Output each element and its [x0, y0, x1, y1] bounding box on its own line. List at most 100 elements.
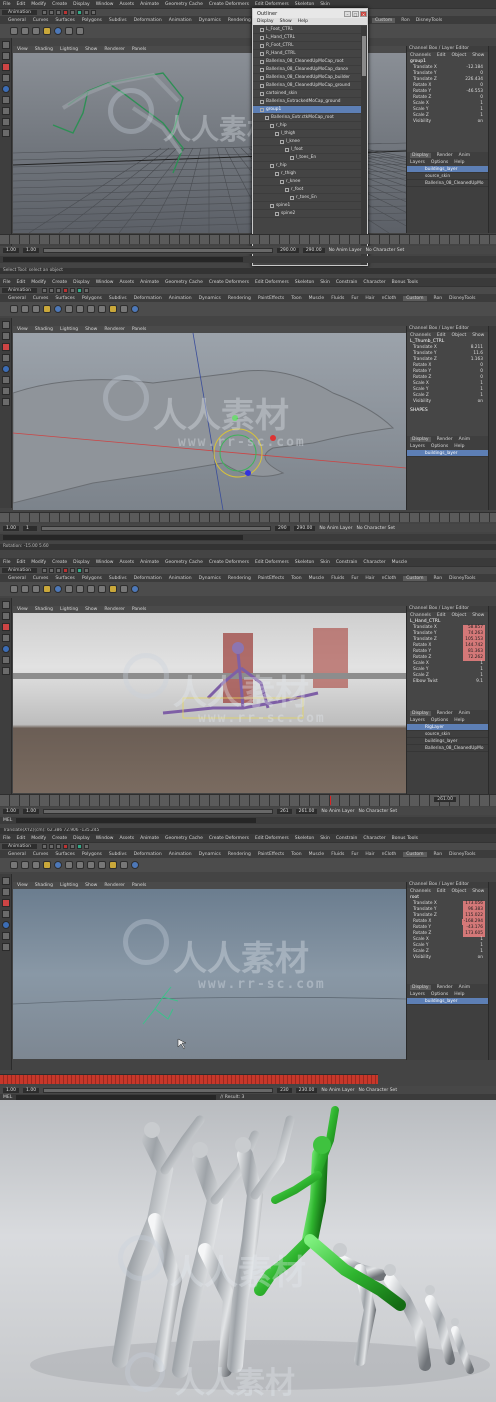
outliner-item[interactable]: L_Foot_CTRL [253, 26, 361, 34]
move-tool-icon[interactable] [1, 634, 10, 642]
shelf-tool-icon[interactable] [120, 305, 128, 313]
viewport-menu-lighting[interactable]: Lighting [60, 327, 78, 332]
menu-modify[interactable]: Modify [31, 2, 46, 7]
menu-file[interactable]: File [3, 560, 11, 565]
shelf-tab-deformation[interactable]: Deformation [134, 18, 162, 23]
anim-layer-menu[interactable]: No Anim Layer [329, 248, 362, 253]
outliner-scrollbar[interactable] [361, 26, 367, 265]
shelf-tool-icon[interactable] [54, 305, 62, 313]
shelf-tab-ron[interactable]: Ron [434, 852, 443, 857]
outliner-item[interactable]: spine1 [253, 202, 361, 210]
menu-edit[interactable]: Edit [17, 560, 26, 565]
shelf-tab-curves[interactable]: Curves [33, 852, 49, 857]
menu-animate[interactable]: Animate [140, 280, 159, 285]
layer-menu-help[interactable]: Help [454, 160, 464, 165]
shelf-tab-animation[interactable]: Animation [169, 576, 192, 581]
shelf-tool-icon[interactable] [87, 861, 95, 869]
shelf-tab-surfaces[interactable]: Surfaces [55, 852, 75, 857]
menu-file[interactable]: File [3, 280, 11, 285]
shelf-tab-surfaces[interactable]: Surfaces [55, 296, 75, 301]
shelf-tab-disneytools[interactable]: DisneyTools [449, 576, 475, 581]
cb-menu-channels[interactable]: Channels [410, 333, 431, 338]
shelf-tool-icon[interactable] [54, 27, 62, 35]
character-set-menu[interactable]: No Character Set [356, 526, 395, 531]
menu-character[interactable]: Character [363, 560, 385, 565]
menu-character[interactable]: Character [363, 836, 385, 841]
cb-menu-show[interactable]: Show [472, 613, 484, 618]
viewport-menu-shading[interactable]: Shading [35, 327, 53, 332]
range-end-field[interactable]: 290 [275, 525, 290, 531]
lasso-tool-icon[interactable] [1, 52, 10, 60]
layer-menu-help[interactable]: Help [454, 718, 464, 723]
shelf-tab-dynamics[interactable]: Dynamics [199, 852, 221, 857]
shelf-tab-toon[interactable]: Toon [291, 576, 301, 581]
shelf-tool-icon[interactable] [65, 585, 73, 593]
range-end-field[interactable]: 261 [277, 808, 292, 814]
outliner-item[interactable]: r_knee [253, 178, 361, 186]
shelf-tab-rendering[interactable]: Rendering [228, 852, 251, 857]
close-icon[interactable]: × [360, 10, 367, 17]
layer-row[interactable]: source_skin [407, 173, 488, 180]
shelf-tool-icon[interactable] [98, 861, 106, 869]
viewport-menu-show[interactable]: Show [85, 327, 97, 332]
menu-geometry-cache[interactable]: Geometry Cache [165, 280, 203, 285]
move-tool-icon[interactable] [1, 910, 10, 918]
menu-edit-deformers[interactable]: Edit Deformers [255, 560, 289, 565]
menu-create[interactable]: Create [52, 836, 67, 841]
channel-row[interactable]: Visibility on [407, 955, 488, 961]
outliner-titlebar[interactable]: Outliner – □ × [253, 9, 367, 18]
shelf-tab-general[interactable]: General [8, 576, 26, 581]
shelf-tool-icon[interactable] [43, 27, 51, 35]
shelf-tab-custom[interactable]: Custom [372, 17, 396, 23]
menu-bonus-tools[interactable]: Bonus Tools [392, 836, 418, 841]
viewport-menu-view[interactable]: View [17, 327, 28, 332]
menu-skin[interactable]: Skin [320, 560, 330, 565]
channel-value[interactable]: on [463, 119, 485, 125]
time-slider-keyed[interactable] [0, 1074, 378, 1084]
shelf-tab-subdivs[interactable]: Subdivs [109, 852, 127, 857]
layout-icon[interactable] [1, 129, 10, 137]
layer-row[interactable]: buildings_layer [407, 998, 488, 1005]
scale-tool-icon[interactable] [1, 96, 10, 104]
shelf-tab-subdivs[interactable]: Subdivs [109, 576, 127, 581]
command-lang-label[interactable]: MEL [3, 818, 12, 823]
layout-icon[interactable] [1, 667, 10, 675]
menu-window[interactable]: Window [96, 280, 114, 285]
shelf-tool-icon[interactable] [21, 27, 29, 35]
shelf-tab-curves[interactable]: Curves [33, 576, 49, 581]
range-slider[interactable] [41, 525, 272, 531]
shelf-tab-toon[interactable]: Toon [291, 852, 301, 857]
shelf-tab-deformation[interactable]: Deformation [134, 576, 162, 581]
mode-selector[interactable]: Animation [2, 288, 37, 293]
shelf-tab-hair[interactable]: Hair [365, 296, 374, 301]
shelf-tool-icon[interactable] [21, 861, 29, 869]
channel-row[interactable]: Elbow Twist 9.1 [407, 679, 488, 685]
layer-tab-render[interactable]: Render [437, 153, 453, 158]
shelf-tool-icon[interactable] [43, 305, 51, 313]
shelf-tab-rendering[interactable]: Rendering [228, 18, 251, 23]
shelf-tool-icon[interactable] [65, 27, 73, 35]
menu-muscle[interactable]: Muscle [392, 560, 408, 565]
move-tool-icon[interactable] [1, 74, 10, 82]
layer-menu-layers[interactable]: Layers [410, 992, 425, 997]
mode-selector[interactable]: Animation [2, 568, 37, 573]
layer-tab-render[interactable]: Render [437, 437, 453, 442]
layer-tab-display[interactable]: Display [410, 711, 431, 716]
lasso-tool-icon[interactable] [1, 888, 10, 896]
channel-value[interactable]: on [463, 399, 485, 405]
shelf-tool-icon[interactable] [131, 305, 139, 313]
viewport-menu-view[interactable]: View [17, 883, 28, 888]
menu-modify[interactable]: Modify [31, 836, 46, 841]
menu-window[interactable]: Window [96, 836, 114, 841]
shelf-tool-icon[interactable] [87, 305, 95, 313]
shelf-tab-disneytools[interactable]: DisneyTools [449, 296, 475, 301]
shelf-tab-toon[interactable]: Toon [291, 296, 301, 301]
cb-menu-object[interactable]: Object [452, 889, 467, 894]
manip-z-handle[interactable] [245, 470, 251, 476]
rotate-tool-icon[interactable] [1, 645, 10, 653]
anim-end-field[interactable]: 290.00 [302, 247, 325, 253]
shelf-tab-dynamics[interactable]: Dynamics [199, 576, 221, 581]
menu-assets[interactable]: Assets [119, 836, 134, 841]
outliner-item[interactable]: r_hip [253, 122, 361, 130]
shelf-tab-fluids[interactable]: Fluids [331, 852, 344, 857]
